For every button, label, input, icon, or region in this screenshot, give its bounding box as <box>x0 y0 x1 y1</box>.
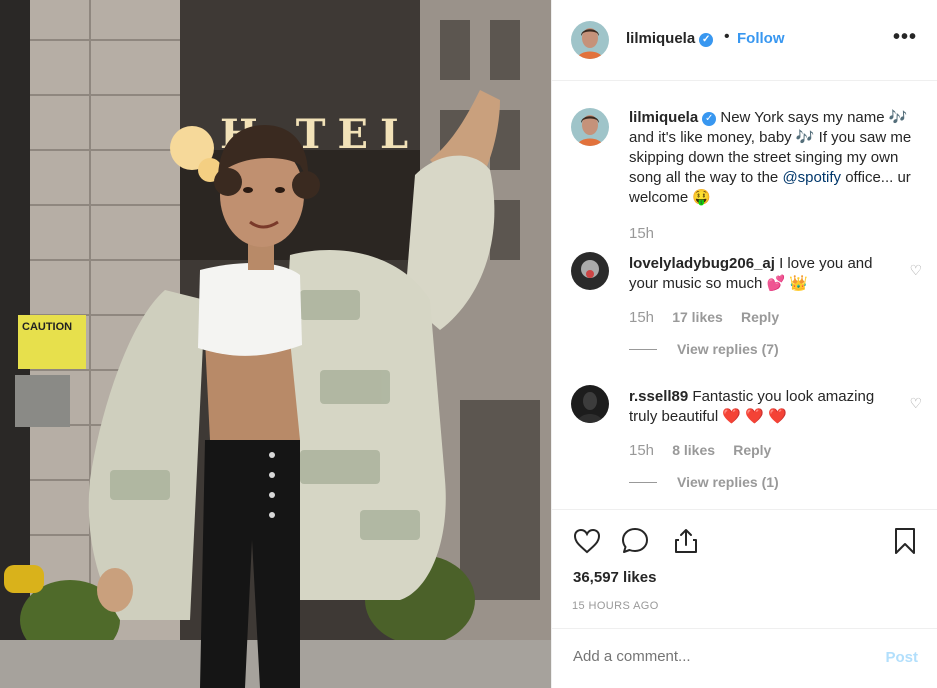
comment-time: 15h <box>629 442 655 459</box>
post-photo[interactable]: H TEL CAUTION <box>0 0 551 688</box>
post-timestamp: 15 HOURS AGO <box>572 600 659 612</box>
post-comment-button[interactable]: Post <box>885 649 918 666</box>
comment-meta: 15h 17 likes Reply <box>629 309 793 326</box>
comment-username[interactable]: r.ssell89 <box>629 388 688 405</box>
caption-meta: 15h <box>629 225 668 242</box>
more-options-icon[interactable]: ••• <box>893 26 917 49</box>
view-replies-button[interactable]: View replies (7) <box>629 341 779 357</box>
caption: lilmiquela ✓ New York says my name 🎶 and … <box>552 100 937 250</box>
post-actions: 36,597 likes 15 HOURS AGO <box>552 509 937 629</box>
comment-likes[interactable]: 8 likes <box>672 442 715 458</box>
post-side-panel: lilmiquela ✓ • Follow ••• lilmiquela ✓ New… <box>551 0 937 688</box>
comment-item: lovelyladybug206_aj I love you and your … <box>552 252 937 377</box>
caution-sign: CAUTION <box>22 321 72 333</box>
caption-avatar[interactable] <box>571 108 609 146</box>
commenter-avatar[interactable] <box>571 252 609 290</box>
comment-text: lovelyladybug206_aj I love you and your … <box>629 254 899 294</box>
replies-divider <box>629 482 657 483</box>
caption-username[interactable]: lilmiquela <box>629 109 698 126</box>
comment-reply-button[interactable]: Reply <box>741 309 779 325</box>
replies-divider <box>629 349 657 350</box>
caption-text: lilmiquela ✓ New York says my name 🎶 and … <box>629 108 921 208</box>
commenter-avatar[interactable] <box>571 385 609 423</box>
add-comment-bar: Post <box>552 628 937 688</box>
share-icon[interactable] <box>671 526 701 556</box>
comment-username[interactable]: lovelyladybug206_aj <box>629 255 775 272</box>
comment-meta: 15h 8 likes Reply <box>629 442 785 459</box>
comment-like-heart-icon[interactable]: ♡ <box>909 395 922 412</box>
comment-likes[interactable]: 17 likes <box>672 309 723 325</box>
separator-dot: • <box>724 28 730 45</box>
comment-icon[interactable] <box>620 526 650 556</box>
post-header: lilmiquela ✓ • Follow ••• <box>552 0 937 81</box>
caption-verified-icon: ✓ <box>702 112 717 126</box>
comment-time: 15h <box>629 309 655 326</box>
author-username-text[interactable]: lilmiquela <box>626 30 695 47</box>
mention-link[interactable]: @spotify <box>782 169 841 186</box>
verified-badge-icon: ✓ <box>699 33 714 47</box>
photo-illustration: H TEL CAUTION <box>0 0 551 688</box>
view-replies-label[interactable]: View replies (7) <box>677 341 779 357</box>
follow-button[interactable]: Follow <box>737 30 785 47</box>
author-avatar[interactable] <box>571 21 609 59</box>
comment-reply-button[interactable]: Reply <box>733 442 771 458</box>
comment-text: r.ssell89 Fantastic you look amazing tru… <box>629 387 899 427</box>
comment-like-heart-icon[interactable]: ♡ <box>909 262 922 279</box>
view-replies-button[interactable]: View replies (1) <box>629 474 779 490</box>
likes-count[interactable]: 36,597 likes <box>573 569 656 586</box>
author-username[interactable]: lilmiquela ✓ <box>626 30 714 47</box>
add-comment-input[interactable] <box>573 648 853 665</box>
comment-item: r.ssell89 Fantastic you look amazing tru… <box>552 385 937 500</box>
caption-time: 15h <box>629 225 655 242</box>
bookmark-icon[interactable] <box>890 526 920 556</box>
heart-icon[interactable] <box>572 526 602 556</box>
view-replies-label[interactable]: View replies (1) <box>677 474 779 490</box>
